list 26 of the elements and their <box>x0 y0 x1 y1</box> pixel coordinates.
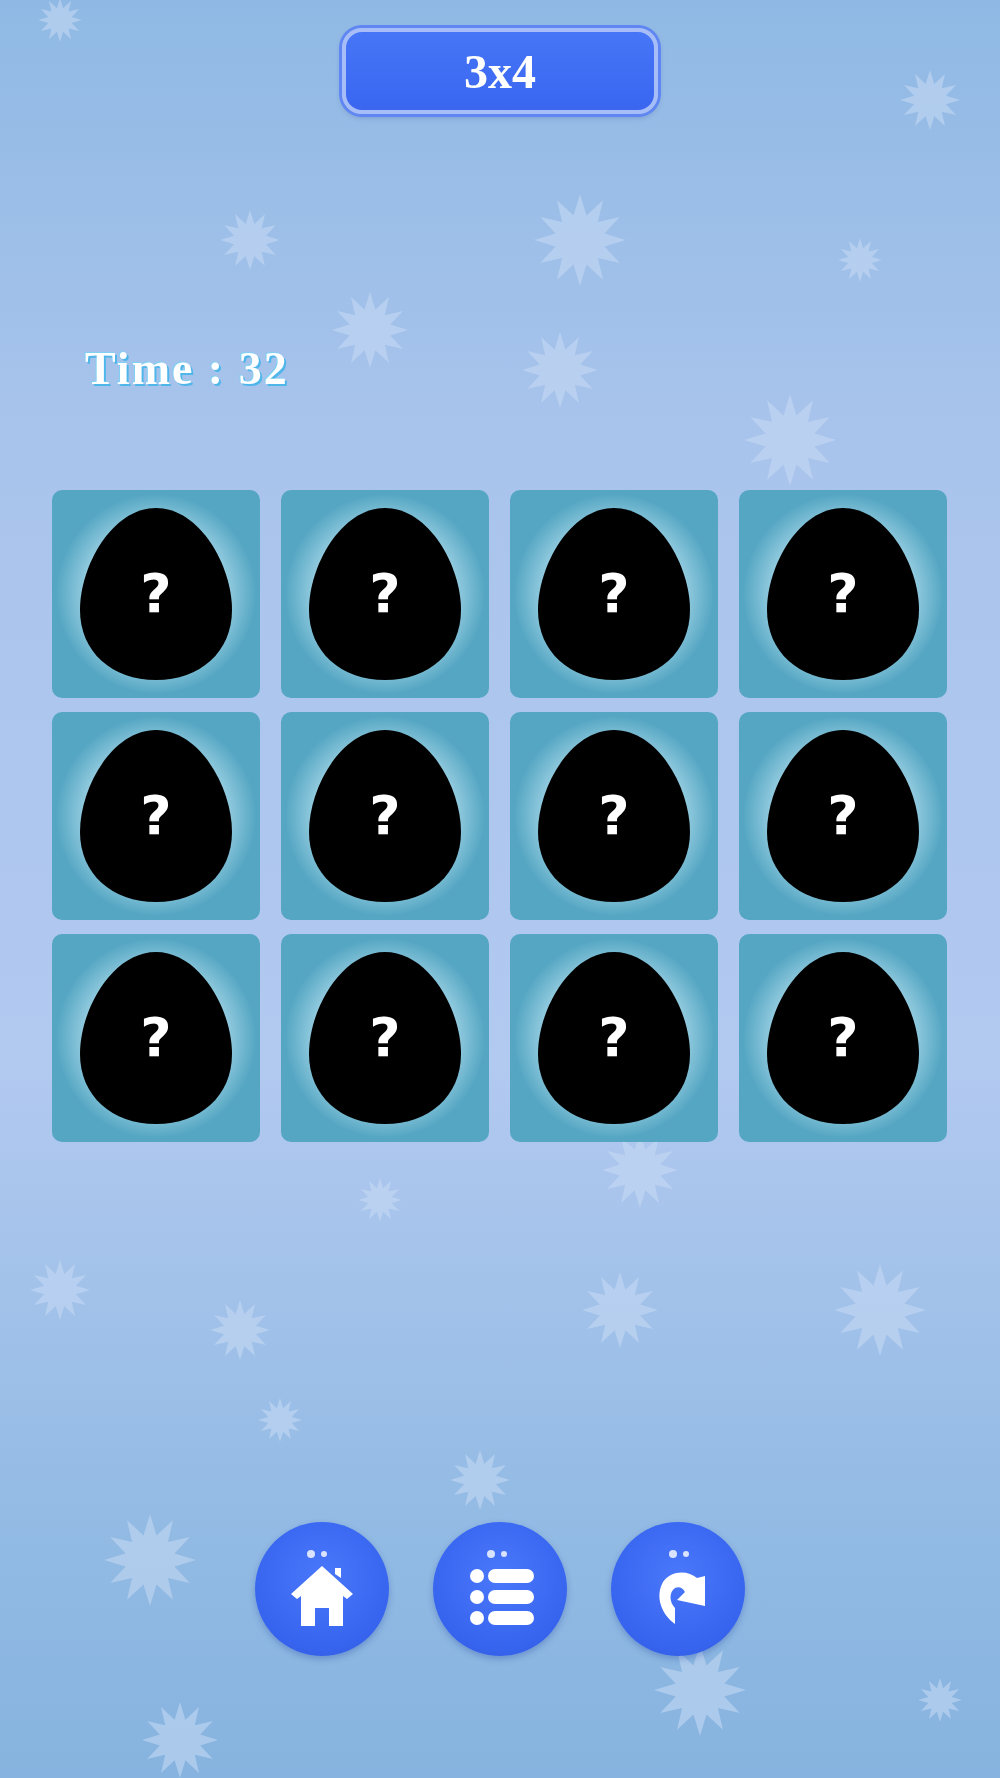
question-mark: ? <box>827 789 859 843</box>
question-mark: ? <box>827 1011 859 1065</box>
question-mark: ? <box>369 567 401 621</box>
question-mark: ? <box>140 567 172 621</box>
memory-card[interactable]: ? <box>52 934 260 1142</box>
question-mark: ? <box>140 1011 172 1065</box>
memory-card[interactable]: ? <box>281 490 489 698</box>
question-mark: ? <box>598 1011 630 1065</box>
memory-card[interactable]: ? <box>52 712 260 920</box>
memory-card[interactable]: ? <box>510 490 718 698</box>
memory-card[interactable]: ? <box>52 490 260 698</box>
question-mark: ? <box>827 567 859 621</box>
memory-card[interactable]: ? <box>739 934 947 1142</box>
question-mark: ? <box>598 789 630 843</box>
memory-card[interactable]: ? <box>739 490 947 698</box>
memory-card[interactable]: ? <box>510 934 718 1142</box>
memory-card[interactable]: ? <box>281 934 489 1142</box>
level-badge: 3x4 <box>342 28 658 114</box>
question-mark: ? <box>369 1011 401 1065</box>
memory-card[interactable]: ? <box>281 712 489 920</box>
memory-card[interactable]: ? <box>739 712 947 920</box>
question-mark: ? <box>140 789 172 843</box>
question-mark: ? <box>598 567 630 621</box>
question-mark: ? <box>369 789 401 843</box>
memory-card[interactable]: ? <box>510 712 718 920</box>
timer-text: Time : 32 <box>85 342 289 395</box>
